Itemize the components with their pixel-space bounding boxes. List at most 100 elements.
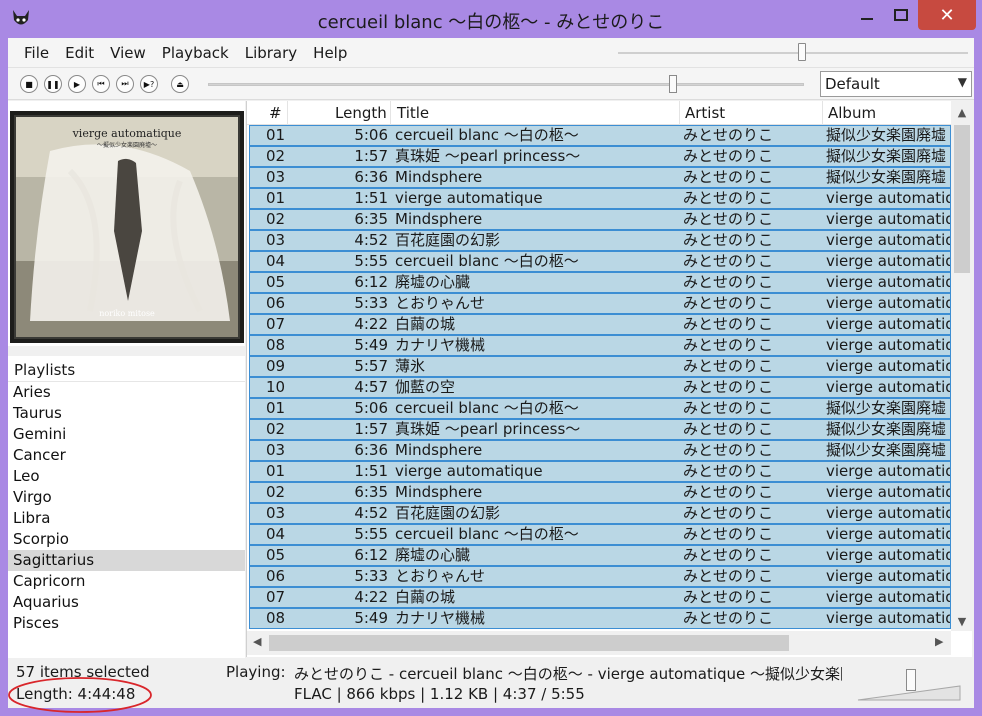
track-number: 06 [266,567,286,585]
vertical-scrollbar[interactable]: ▲ ▼ [951,101,973,631]
menu-edit[interactable]: Edit [57,44,102,62]
track-row[interactable]: 10 4:57 伽藍の空 みとせのりこ vierge automatique [249,377,951,398]
column-header-album[interactable]: Album [828,104,876,122]
track-artist: みとせのりこ [683,273,774,291]
track-row[interactable]: 03 6:36 Mindsphere みとせのりこ 擬似少女楽園廃墟 [249,440,951,461]
minimize-button[interactable] [850,0,884,30]
dsp-preset-dropdown[interactable]: Default ▼ [820,71,972,97]
track-row[interactable]: 03 6:36 Mindsphere みとせのりこ 擬似少女楽園廃墟 [249,167,951,188]
stop-button[interactable]: ■ [20,75,38,93]
horizontal-scroll-thumb[interactable] [269,635,789,651]
track-title: vierge automatique [395,462,543,480]
track-artist: みとせのりこ [683,189,774,207]
playlist-item-scorpio[interactable]: Scorpio [8,529,245,550]
track-row[interactable]: 03 4:52 百花庭園の幻影 みとせのりこ vierge automatique [249,503,951,524]
track-row[interactable]: 08 5:49 カナリヤ機械 みとせのりこ vierge automatique [249,335,951,356]
column-separator[interactable] [822,101,823,125]
top-volume-slider-track[interactable] [618,52,968,54]
now-playing-text: みとせのりこ - cercueil blanc ～白の柩～ - vierge a… [294,665,842,683]
horizontal-scrollbar[interactable]: ◀ ▶ [247,631,951,655]
track-title: とおりゃんせ [395,294,486,312]
playlists-header: Playlists [8,356,245,382]
scroll-down-icon[interactable]: ▼ [951,615,973,628]
title-bar[interactable]: cercueil blanc ～白の柩～ - みとせのりこ ✕ [0,0,982,38]
track-row[interactable]: 08 5:49 カナリヤ機械 みとせのりこ vierge automatique [249,608,951,629]
track-artist: みとせのりこ [683,336,774,354]
track-length: 1:51 [354,189,388,207]
track-row[interactable]: 05 6:12 廃墟の心臓 みとせのりこ vierge automatique [249,545,951,566]
random-button[interactable]: ▶? [140,75,158,93]
track-title: カナリヤ機械 [395,336,486,354]
red-annotation-circle [8,677,152,713]
open-button[interactable]: ⏏ [171,75,189,93]
track-length: 6:12 [354,546,388,564]
column-header-length[interactable]: Length [335,104,387,122]
column-separator[interactable] [390,101,391,125]
scroll-up-icon[interactable]: ▲ [951,106,973,119]
menu-file[interactable]: File [16,44,57,62]
menu-playback[interactable]: Playback [154,44,237,62]
playlist-item-aries[interactable]: Aries [8,382,245,403]
column-header-number[interactable]: # [269,104,282,122]
track-row[interactable]: 04 5:55 cercueil blanc ～白の柩～ みとせのりこ vierge a… [249,524,951,545]
playlist-item-sagittarius[interactable]: Sagittarius [8,550,245,571]
playlist-item-cancer[interactable]: Cancer [8,445,245,466]
playlist-item-libra[interactable]: Libra [8,508,245,529]
playlist-item-leo[interactable]: Leo [8,466,245,487]
seek-bar[interactable] [208,83,804,86]
column-header-artist[interactable]: Artist [685,104,725,122]
track-album: vierge automatique [826,504,950,522]
maximize-button[interactable] [884,0,918,30]
pause-button[interactable]: ❚❚ [44,75,62,93]
track-row[interactable]: 09 5:57 薄氷 みとせのりこ vierge automatique [249,356,951,377]
track-row[interactable]: 01 5:06 cercueil blanc ～白の柩～ みとせのりこ 擬似少女楽園廃墟 [249,398,951,419]
track-artist: みとせのりこ [683,441,774,459]
scroll-left-icon[interactable]: ◀ [253,635,261,648]
track-row[interactable]: 02 1:57 真珠姫 ～pearl princess～ みとせのりこ 擬似少女楽園廃墟 [249,146,951,167]
playlist-item-virgo[interactable]: Virgo [8,487,245,508]
track-row[interactable]: 06 5:33 とおりゃんせ みとせのりこ vierge automatique [249,566,951,587]
track-row[interactable]: 03 4:52 百花庭園の幻影 みとせのりこ vierge automatique [249,230,951,251]
play-icon: ▶ [73,79,81,89]
play-button[interactable]: ▶ [68,75,86,93]
track-row[interactable]: 07 4:22 白繭の城 みとせのりこ vierge automatique [249,587,951,608]
menu-help[interactable]: Help [305,44,355,62]
scroll-right-icon[interactable]: ▶ [935,635,943,648]
track-row[interactable]: 04 5:55 cercueil blanc ～白の柩～ みとせのりこ vierge a… [249,251,951,272]
track-row[interactable]: 01 5:06 cercueil blanc ～白の柩～ みとせのりこ 擬似少女楽園廃墟 [249,125,951,146]
cover-artist-text: noriko mitose [99,309,155,318]
next-button[interactable]: ⏭ [116,75,134,93]
track-title: 白繭の城 [395,588,456,606]
column-header-title[interactable]: Title [397,104,429,122]
column-separator[interactable] [679,101,680,125]
vertical-scroll-thumb[interactable] [954,125,970,273]
track-row[interactable]: 07 4:22 白繭の城 みとせのりこ vierge automatique [249,314,951,335]
playlist-item-pisces[interactable]: Pisces [8,613,245,634]
track-row[interactable]: 05 6:12 廃墟の心臓 みとせのりこ vierge automatique [249,272,951,293]
track-row[interactable]: 06 5:33 とおりゃんせ みとせのりこ vierge automatique [249,293,951,314]
track-length: 5:33 [354,567,388,585]
playlist-item-gemini[interactable]: Gemini [8,424,245,445]
track-row[interactable]: 02 6:35 Mindsphere みとせのりこ vierge automatique [249,209,951,230]
menu-bar: File Edit View Playback Library Help [8,38,974,68]
column-separator[interactable] [287,101,288,125]
track-album: vierge automatique [826,378,950,396]
playlist-item-taurus[interactable]: Taurus [8,403,245,424]
playlist-item-capricorn[interactable]: Capricorn [8,571,245,592]
track-row[interactable]: 01 1:51 vierge automatique みとせのりこ vierge aut… [249,188,951,209]
playlist-item-aquarius[interactable]: Aquarius [8,592,245,613]
volume-slider-thumb[interactable] [906,669,916,691]
track-row[interactable]: 01 1:51 vierge automatique みとせのりこ vierge aut… [249,461,951,482]
menu-library[interactable]: Library [237,44,305,62]
track-row[interactable]: 02 1:57 真珠姫 ～pearl princess～ みとせのりこ 擬似少女楽園廃墟 [249,419,951,440]
track-album: vierge automatique [826,462,950,480]
close-button[interactable]: ✕ [918,0,976,30]
previous-button[interactable]: ⏮ [92,75,110,93]
playlists-list[interactable]: Aries Taurus Gemini Cancer Leo Virgo Lib… [8,382,245,658]
track-artist: みとせのりこ [683,378,774,396]
seek-thumb[interactable] [669,75,677,93]
track-row[interactable]: 02 6:35 Mindsphere みとせのりこ vierge automatique [249,482,951,503]
top-volume-slider-thumb[interactable] [798,43,806,61]
track-length: 6:36 [354,168,388,186]
menu-view[interactable]: View [102,44,154,62]
